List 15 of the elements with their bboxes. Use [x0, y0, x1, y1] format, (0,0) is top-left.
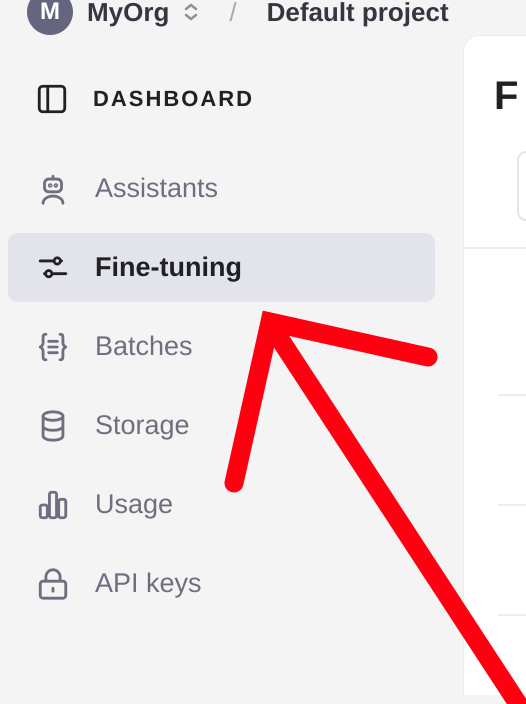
avatar[interactable]: M	[27, 0, 73, 35]
breadcrumb-separator: /	[229, 0, 237, 28]
sidebar-item[interactable]: Usage	[8, 470, 435, 539]
sidebar-toggle-icon[interactable]	[35, 82, 69, 116]
sidebar-item[interactable]: Batches	[8, 312, 435, 381]
sidebar-item[interactable]: Assistants	[8, 154, 435, 223]
sidebar-item[interactable]: API keys	[8, 549, 435, 618]
chevron-icon[interactable]	[183, 2, 200, 22]
dashboard-heading: DASHBOARD	[93, 86, 254, 112]
sidebar-item[interactable]: Storage	[8, 391, 435, 460]
lock-icon	[36, 566, 70, 600]
page-title: F	[493, 73, 520, 120]
sidebar-item[interactable]: Fine-tuning	[8, 233, 435, 302]
organization-name[interactable]: MyOrg	[87, 0, 170, 28]
project-name[interactable]: Default project	[266, 0, 449, 28]
